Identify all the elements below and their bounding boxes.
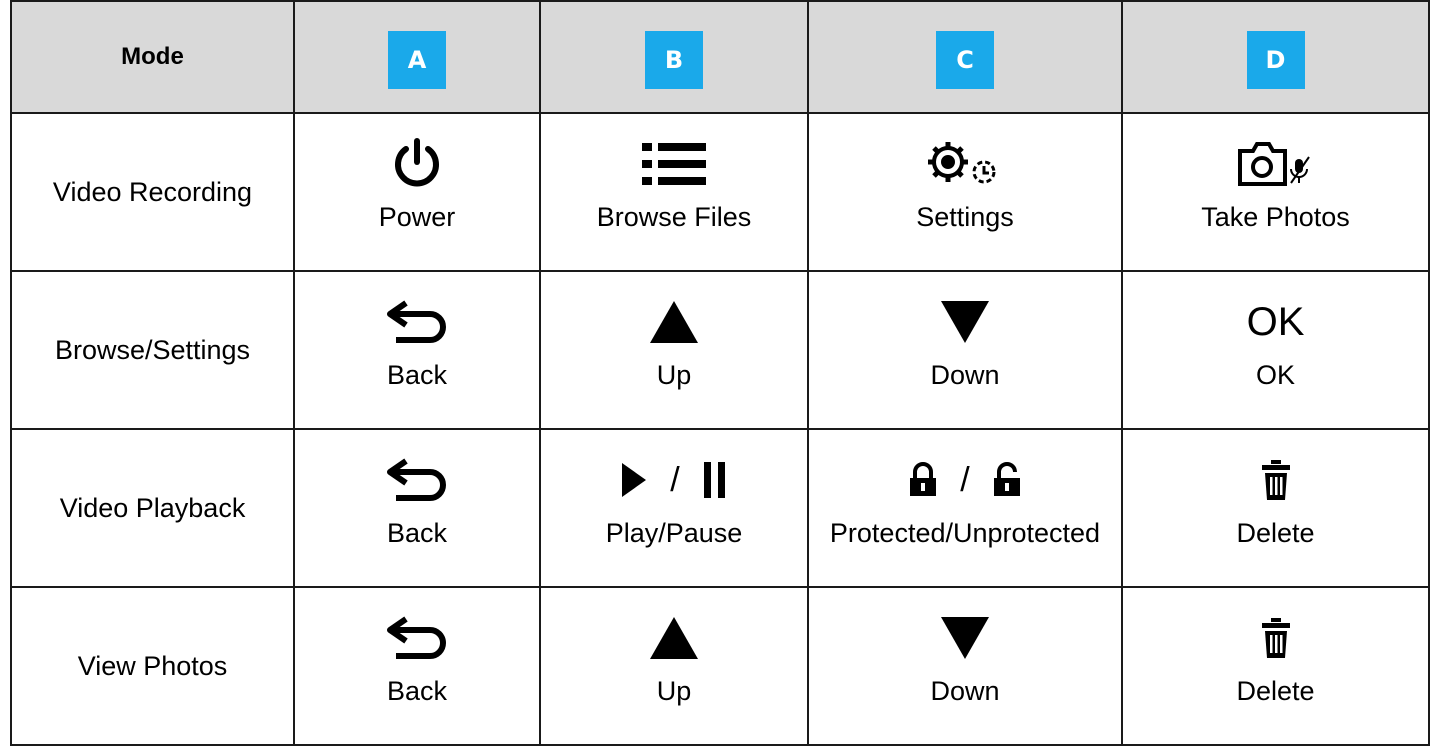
down-triangle-icon — [941, 301, 989, 343]
up-triangle-icon — [650, 301, 698, 343]
trash-icon — [1261, 460, 1290, 500]
down-triangle-icon — [941, 617, 989, 659]
function-cell: / Protected/Unprotected — [807, 428, 1123, 588]
key-tag-a: A — [388, 31, 446, 89]
mode-name: Video Recording — [52, 176, 253, 207]
table-row: Browse/Settings Back Up Down OK OK — [10, 270, 1430, 430]
function-cell: Take Photos — [1121, 112, 1430, 272]
ok-icon: OK — [1246, 299, 1305, 344]
unlock-icon — [993, 462, 1020, 496]
function-cell: Down — [807, 586, 1123, 746]
back-arrow-icon — [387, 458, 446, 501]
separator-slash: / — [670, 460, 680, 499]
back-arrow-icon — [387, 616, 446, 659]
function-label: Protected/Unprotected — [829, 518, 1101, 548]
function-cell: Settings — [807, 112, 1123, 272]
mode-name: Video Playback — [59, 492, 246, 523]
key-tag-c: C — [936, 31, 994, 89]
separator-slash: / — [960, 460, 970, 499]
function-cell: Back — [293, 428, 541, 588]
function-label: Delete — [1236, 676, 1315, 706]
power-icon — [395, 138, 439, 187]
mode-name: View Photos — [77, 650, 228, 681]
function-cell: / Play/Pause — [539, 428, 809, 588]
function-label: Settings — [916, 202, 1014, 232]
function-label: Back — [386, 518, 448, 548]
settings-icon — [928, 142, 996, 184]
play-icon — [622, 463, 647, 497]
function-label: Power — [378, 202, 456, 232]
function-label: Down — [930, 676, 1000, 706]
pause-icon — [703, 462, 725, 498]
function-cell: Delete — [1121, 428, 1430, 588]
trash-icon — [1261, 618, 1290, 658]
table-row: Video Recording Power Browse Files Setti… — [10, 112, 1430, 272]
lock-icon — [910, 462, 937, 496]
function-cell: Back — [293, 270, 541, 430]
mode-cell: Video Playback — [10, 428, 295, 588]
key-header-b: B — [539, 0, 809, 114]
mode-header-cell: Mode — [10, 0, 295, 114]
function-label: Browse Files — [596, 202, 752, 232]
key-header-d: D — [1121, 0, 1430, 114]
function-cell: Browse Files — [539, 112, 809, 272]
function-cell: Up — [539, 586, 809, 746]
key-tag-b: B — [645, 31, 703, 89]
function-cell: Back — [293, 586, 541, 746]
table-row: Video Playback Back / Play/Pause / Prote… — [10, 428, 1430, 588]
function-label: Down — [930, 360, 1000, 390]
key-tag-d: D — [1246, 31, 1305, 89]
back-arrow-icon — [387, 300, 446, 343]
header-row: Mode A B C D — [10, 0, 1430, 114]
function-cell: Power — [293, 112, 541, 272]
key-header-a: A — [293, 0, 541, 114]
function-cell: Delete — [1121, 586, 1430, 746]
function-cell: OK OK — [1121, 270, 1430, 430]
function-cell: Up — [539, 270, 809, 430]
function-label: Up — [656, 676, 692, 706]
list-icon — [642, 143, 706, 185]
function-label: Play/Pause — [605, 518, 743, 548]
mode-cell: Video Recording — [10, 112, 295, 272]
camera-mute-icon — [1237, 142, 1310, 186]
button-function-table: Mode A B C D Video Recording Power Brows… — [10, 0, 1430, 746]
function-label: Up — [656, 360, 692, 390]
key-header-c: C — [807, 0, 1123, 114]
function-label: Take Photos — [1201, 202, 1350, 232]
function-cell: Down — [807, 270, 1123, 430]
mode-cell: View Photos — [10, 586, 295, 746]
function-label: OK — [1255, 360, 1295, 390]
function-label: Delete — [1236, 518, 1315, 548]
mode-header: Mode — [121, 43, 184, 70]
mode-name: Browse/Settings — [54, 334, 251, 365]
function-label: Back — [386, 676, 448, 706]
table-row: View Photos Back Up Down Delete — [10, 586, 1430, 746]
up-triangle-icon — [650, 617, 698, 659]
function-label: Back — [386, 360, 448, 390]
mode-cell: Browse/Settings — [10, 270, 295, 430]
